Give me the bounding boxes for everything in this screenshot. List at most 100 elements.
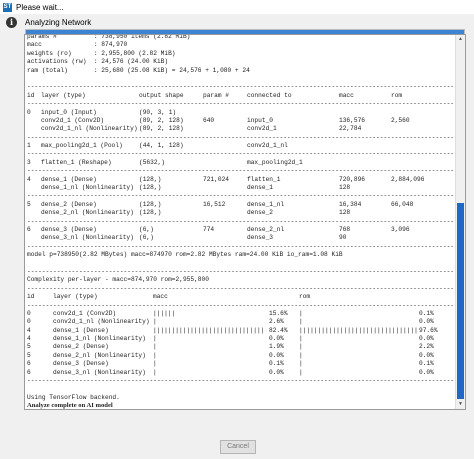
cell: conv2d_1_nl xyxy=(247,142,288,150)
layer-row: 0 input_0 (Input) (90, 3, 1) xyxy=(27,109,453,117)
scroll-down-arrow-icon[interactable]: ▼ xyxy=(456,400,465,409)
layer-row: dense_1_nl (Nonlinearity) (128,) dense_1 12… xyxy=(27,184,453,192)
cell: dense_2 xyxy=(247,209,273,217)
layer-row: 1 max_pooling2d_1 (Pool) (44, 1, 128) conv2… xyxy=(27,142,453,150)
cell: dense_3_nl (Nonlinearity) xyxy=(41,234,134,242)
cell: dense_3_nl (Nonlinearity) xyxy=(53,368,146,376)
cell: 6 xyxy=(27,225,31,233)
cell: | xyxy=(299,309,303,317)
summary-line: activations (rw) : 24,576 (24.00 KiB) xyxy=(27,58,169,66)
cell: 0 xyxy=(27,309,31,317)
scroll-thumb[interactable] xyxy=(457,203,464,399)
cell: flatten_1 xyxy=(247,175,281,183)
cell: |||||| xyxy=(153,309,176,317)
cell: 0.0% xyxy=(269,368,284,376)
complexity-title: Complexity per-layer - macc=874,970 rom=… xyxy=(27,276,209,284)
layer-row: dense_3_nl (Nonlinearity) (6,) dense_3 90 xyxy=(27,234,453,242)
dialog-title: Analyzing Network xyxy=(25,18,92,27)
cell: (6,) xyxy=(139,234,154,242)
scroll-up-arrow-icon[interactable]: ▲ xyxy=(456,35,465,44)
window-title: Please wait... xyxy=(16,2,64,12)
cell: dense_3 xyxy=(247,234,273,242)
cell: max_pooling2d_1 xyxy=(247,158,303,166)
cell: conv2d_1 (Conv2D) xyxy=(41,116,105,124)
cell: 0.0% xyxy=(419,318,434,326)
cell: dense_1_nl (Nonlinearity) xyxy=(53,335,146,343)
cell: 720,896 xyxy=(339,175,365,183)
cell: dense_1 (Dense) xyxy=(53,326,109,334)
cell: 16,512 xyxy=(203,200,226,208)
complexity-row: 5 dense_2_nl (Nonlinearity) | 0.0% | 0.0% xyxy=(27,352,453,360)
cell: 128 xyxy=(339,184,351,192)
cell: dense_1 xyxy=(247,184,273,192)
cell: dense_1_nl xyxy=(247,200,285,208)
cell: conv2d_1_nl (Nonlinearity) xyxy=(53,318,150,326)
cell: macc xyxy=(339,91,354,99)
cell: conv2d_1_nl (Nonlinearity) xyxy=(41,125,138,133)
cell: 2,884,096 xyxy=(391,175,425,183)
cell: | xyxy=(153,343,157,351)
cell: 90 xyxy=(339,234,347,242)
layer-row: conv2d_1 (Conv2D) (89, 2, 128) 640 input_0 1… xyxy=(27,117,453,125)
cell: | xyxy=(153,335,157,343)
cell: (89, 2, 128) xyxy=(139,125,184,133)
cell: input_0 (Input) xyxy=(41,108,97,116)
cell: |||||||||||||||||||||||||||||| xyxy=(153,326,265,334)
separator: ----------------------------------------… xyxy=(27,284,466,292)
cell: rom xyxy=(299,293,311,301)
cell: max_pooling2d_1 (Pool) xyxy=(41,142,123,150)
cell: layer (type) xyxy=(53,293,98,301)
cell: | xyxy=(299,360,303,368)
cell: 0.0% xyxy=(269,351,284,359)
cell: | xyxy=(299,368,303,376)
separator: ----------------------------------------… xyxy=(27,133,466,141)
cancel-button[interactable]: Cancel xyxy=(220,440,256,454)
title-bar: ST Please wait... xyxy=(0,0,474,14)
separator: ----------------------------------------… xyxy=(27,217,466,225)
separator: ----------------------------------------… xyxy=(27,167,466,175)
cell: (128,) xyxy=(139,184,162,192)
cell: | xyxy=(299,343,303,351)
cell: (128,) xyxy=(139,209,162,217)
complexity-row: 0 conv2d_1_nl (Nonlinearity) | 2.6% | 0.0% xyxy=(27,318,453,326)
cell: dense_1_nl (Nonlinearity) xyxy=(41,184,134,192)
layer-row: 3 flatten_1 (Reshape) (5632,) max_pooling2d… xyxy=(27,159,453,167)
vertical-scrollbar[interactable]: ▲ ▼ xyxy=(455,35,465,409)
cell: 5 xyxy=(27,351,31,359)
separator: ----------------------------------------… xyxy=(27,267,466,275)
cell: dense_2 (Dense) xyxy=(41,200,97,208)
cell: (90, 3, 1) xyxy=(139,108,177,116)
cell: dense_1 (Dense) xyxy=(41,175,97,183)
cell: 2.2% xyxy=(419,343,434,351)
cell: output shape xyxy=(139,91,184,99)
cell: param # xyxy=(203,91,229,99)
cell: 22,784 xyxy=(339,125,362,133)
cell: 1 xyxy=(27,142,31,150)
cell: 0 xyxy=(27,108,31,116)
cell: 5 xyxy=(27,200,31,208)
separator: ----------------------------------------… xyxy=(27,150,466,158)
cell: input_0 xyxy=(247,116,273,124)
complexity-row: 6 dense_3 (Dense) | 0.1% | 0.1% xyxy=(27,360,453,368)
cell: layer (type) xyxy=(41,91,86,99)
cell: (128,) xyxy=(139,175,162,183)
cell: dense_2_nl (Nonlinearity) xyxy=(41,209,134,217)
cell: 0.1% xyxy=(419,360,434,368)
layers-header: id layer (type) output shape param # connect… xyxy=(27,92,453,100)
app-icon: ST xyxy=(3,2,12,12)
complexity-row: 0 conv2d_1 (Conv2D) |||||| 15.6% | 0.1% xyxy=(27,310,453,318)
cell: 5 xyxy=(27,343,31,351)
separator: ----------------------------------------… xyxy=(27,301,466,309)
output-log[interactable]: params # : 738,950 items (2.82 MiB) macc … xyxy=(24,34,466,410)
summary-line: macc : 874,970 xyxy=(27,41,128,49)
summary-line: ram (total) : 25,680 (25.08 KiB) = 24,57… xyxy=(27,66,250,74)
info-icon: i xyxy=(6,17,17,28)
layer-row: 5 dense_2 (Dense) (128,) 16,512 dense_1_nl 16… xyxy=(27,201,453,209)
cell: 82.4% xyxy=(269,326,288,334)
cell: 136,576 xyxy=(339,116,365,124)
complexity-row: 4 dense_1_nl (Nonlinearity) | 0.0% | 0.0% xyxy=(27,335,453,343)
summary-line: weights (ro) : 2,955,800 (2.82 MiB) xyxy=(27,49,176,57)
complexity-header: id layer (type) macc rom xyxy=(27,293,453,301)
layer-row: conv2d_1_nl (Nonlinearity) (89, 2, 128) co… xyxy=(27,125,453,133)
cell: | xyxy=(153,351,157,359)
